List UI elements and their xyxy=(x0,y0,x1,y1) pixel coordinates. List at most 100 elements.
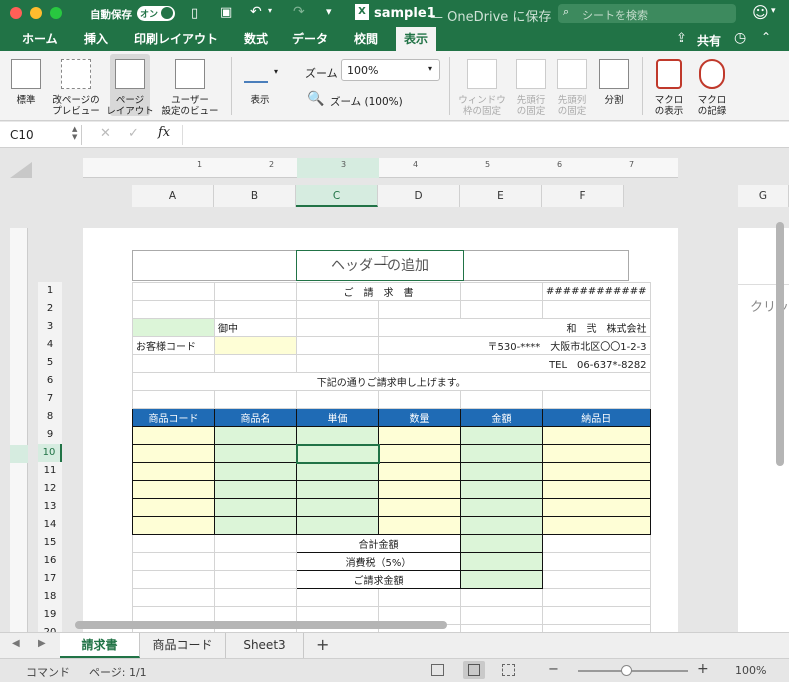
tel-cell[interactable]: TEL 06-637*-8282 xyxy=(378,354,651,373)
row-header[interactable]: 9 xyxy=(38,426,62,444)
row-header[interactable]: 11 xyxy=(38,462,62,480)
page-break-preview-icon[interactable] xyxy=(61,59,91,89)
row-header[interactable]: 4 xyxy=(38,336,62,354)
feedback-dropdown-icon[interactable]: ▾ xyxy=(771,6,776,16)
tax-value-cell[interactable] xyxy=(460,552,543,571)
custom-views-icon[interactable] xyxy=(175,59,205,89)
row-header[interactable]: 7 xyxy=(38,390,62,408)
zoom-in-button[interactable]: + xyxy=(697,661,709,677)
billing-label-cell[interactable]: ご請求金額 xyxy=(296,570,461,589)
sheet-tab-product-code[interactable]: 商品コード xyxy=(140,633,226,658)
row-header[interactable]: 3 xyxy=(38,318,62,336)
view-macros-icon[interactable] xyxy=(656,59,682,89)
date-cell[interactable]: ############ xyxy=(542,282,651,301)
column-header-g[interactable]: G xyxy=(738,185,789,207)
column-header-d[interactable]: D xyxy=(378,185,460,207)
invoice-title-cell[interactable]: ご 請 求 書 xyxy=(296,282,461,301)
billing-value-cell[interactable] xyxy=(460,570,543,589)
tab-home[interactable]: ホーム xyxy=(14,27,66,51)
tab-review[interactable]: 校閲 xyxy=(346,27,386,51)
search-input[interactable]: シートを検索 xyxy=(582,7,648,23)
split-icon[interactable] xyxy=(599,59,629,89)
row-header[interactable]: 15 xyxy=(38,534,62,552)
zoom-select[interactable]: 100% ▾ xyxy=(341,59,440,81)
scroll-left-icon[interactable]: ◀ xyxy=(12,638,20,649)
row-header[interactable]: 6 xyxy=(38,372,62,390)
tab-formulas[interactable]: 数式 xyxy=(236,27,276,51)
autosave-toggle[interactable]: オン xyxy=(137,6,175,21)
row-header[interactable]: 16 xyxy=(38,552,62,570)
header-amount[interactable]: 金額 xyxy=(460,408,543,427)
zoom-percent[interactable]: 100% xyxy=(735,664,766,677)
company-name-cell[interactable]: 和 弐 株式会社 xyxy=(378,318,651,337)
zoom-100-icon[interactable]: 🔍 xyxy=(307,91,324,107)
save-icon[interactable]: ▣ xyxy=(220,5,232,20)
address-cell[interactable]: 〒530-**** 大阪市北区〇〇1-2-3 xyxy=(378,336,651,355)
column-header-a[interactable]: A xyxy=(132,185,214,207)
select-all-corner[interactable] xyxy=(10,162,32,178)
header-delivery-date[interactable]: 納品日 xyxy=(542,408,651,427)
vertical-scrollbar[interactable] xyxy=(776,222,784,466)
search-box[interactable]: ⌕ シートを検索 xyxy=(558,4,736,23)
undo-icon[interactable]: ↶ xyxy=(250,4,262,20)
tax-label-cell[interactable]: 消費税（5%） xyxy=(296,552,461,571)
sidebar-icon[interactable]: ▯ xyxy=(191,6,198,21)
share-icon[interactable]: ⇪ xyxy=(676,31,687,46)
tab-page-layout[interactable]: 印刷レイアウト xyxy=(126,27,226,51)
normal-view-icon[interactable] xyxy=(11,59,41,89)
horizontal-scrollbar[interactable] xyxy=(75,621,447,629)
row-header[interactable]: 19 xyxy=(38,606,62,624)
column-header-c[interactable]: C xyxy=(296,185,378,207)
share-button[interactable]: 共有 xyxy=(697,32,721,49)
header-quantity[interactable]: 数量 xyxy=(378,408,461,427)
show-icon[interactable] xyxy=(244,61,268,83)
normal-view-status-icon[interactable] xyxy=(431,664,444,676)
sheet-tab-invoice[interactable]: 請求書 xyxy=(60,633,140,658)
smiley-feedback-icon[interactable]: ☺ xyxy=(752,3,769,22)
page-break-status-icon[interactable] xyxy=(502,664,515,676)
zoom-slider-thumb[interactable] xyxy=(621,665,632,676)
redo-icon[interactable]: ↷ xyxy=(293,4,305,20)
close-window-button[interactable] xyxy=(10,7,22,19)
header-unit-price[interactable]: 単価 xyxy=(296,408,379,427)
total-value-cell[interactable] xyxy=(460,534,543,553)
customer-name-cell[interactable] xyxy=(132,318,215,337)
row-header[interactable]: 8 xyxy=(38,408,62,426)
selected-cell-c10[interactable] xyxy=(295,443,380,464)
zoom-out-button[interactable]: − xyxy=(548,662,559,677)
header-product-name[interactable]: 商品名 xyxy=(214,408,297,427)
zoom-window-button[interactable] xyxy=(50,7,62,19)
column-header-b[interactable]: B xyxy=(214,185,296,207)
row-header[interactable]: 13 xyxy=(38,498,62,516)
tab-view[interactable]: 表示 xyxy=(396,27,437,51)
total-label-cell[interactable]: 合計金額 xyxy=(296,534,461,553)
customize-toolbar-icon[interactable]: ▾ xyxy=(326,5,332,18)
tab-insert[interactable]: 挿入 xyxy=(76,27,116,51)
page-layout-status-button[interactable] xyxy=(463,661,485,679)
history-icon[interactable]: ◷ xyxy=(734,30,746,46)
message-cell[interactable]: 下記の通りご請求申し上げます。 xyxy=(132,372,651,391)
namebox-stepper-icon[interactable]: ▲ ▼ xyxy=(72,125,77,141)
row-header[interactable]: 20 xyxy=(38,624,62,632)
zoom-100-button[interactable]: ズーム (100%) xyxy=(330,94,403,109)
column-header-f[interactable]: F xyxy=(542,185,624,207)
row-header-active[interactable]: 10 xyxy=(38,444,62,462)
header-product-code[interactable]: 商品コード xyxy=(132,408,215,427)
row-header[interactable]: 2 xyxy=(38,300,62,318)
row-header[interactable]: 5 xyxy=(38,354,62,372)
undo-dropdown-icon[interactable]: ▾ xyxy=(268,6,272,15)
name-box[interactable]: C10 ▲ ▼ xyxy=(4,125,82,145)
row-header[interactable]: 1 xyxy=(38,282,62,300)
record-macro-icon[interactable] xyxy=(699,59,725,89)
collapse-ribbon-icon[interactable]: ⌃ xyxy=(761,30,771,44)
add-sheet-button[interactable]: + xyxy=(316,635,329,654)
zoom-slider[interactable] xyxy=(578,665,688,676)
customer-code-label-cell[interactable]: お客様コード xyxy=(132,336,215,355)
row-header[interactable]: 17 xyxy=(38,570,62,588)
sheet-tab-sheet3[interactable]: Sheet3 xyxy=(226,633,304,658)
row-header[interactable]: 12 xyxy=(38,480,62,498)
minimize-window-button[interactable] xyxy=(30,7,42,19)
row-header[interactable]: 18 xyxy=(38,588,62,606)
tab-data[interactable]: データ xyxy=(284,27,336,51)
column-header-e[interactable]: E xyxy=(460,185,542,207)
